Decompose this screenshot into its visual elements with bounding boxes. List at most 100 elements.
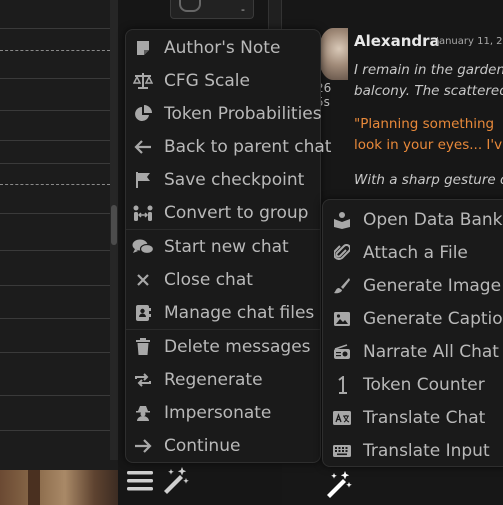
repeat-icon xyxy=(132,369,154,391)
menu-item-label: Attach a File xyxy=(363,242,468,263)
menu-item-translate-input[interactable]: Translate Input xyxy=(331,434,503,467)
menu-item-token-probabilities[interactable]: Token Probabilities xyxy=(132,97,322,130)
people-arrows-icon xyxy=(132,202,154,224)
menu-item-label: Close chat xyxy=(164,269,253,290)
menu-item-open-data-bank[interactable]: Open Data Bank xyxy=(331,203,503,236)
menu-item-label: Narrate All Chat xyxy=(363,341,499,362)
menu-item-back-to-parent-chat[interactable]: Back to parent chat xyxy=(132,130,331,163)
menu-item-label: Continue xyxy=(164,435,241,456)
options-menu-button[interactable] xyxy=(125,468,155,498)
menu-item-label: Back to parent chat xyxy=(164,136,332,157)
menu-item-label: Open Data Bank xyxy=(363,209,503,230)
flag-icon xyxy=(132,169,154,191)
menu-item-generate-image[interactable]: Generate Image xyxy=(331,269,503,302)
menu-item-label: Translate Input xyxy=(363,440,490,461)
menu-item-delete-messages[interactable]: Delete messages xyxy=(132,330,320,363)
divider xyxy=(0,250,110,251)
menu-item-label: Author's Note xyxy=(164,37,281,58)
divider xyxy=(0,50,110,51)
menu-item-label: Impersonate xyxy=(164,402,272,423)
menu-item-attach-a-file[interactable]: Attach a File xyxy=(331,236,503,269)
user-secret-icon xyxy=(132,402,154,424)
divider xyxy=(0,395,110,396)
menu-item-label: Token Probabilities xyxy=(164,103,322,124)
menu-item-close-chat[interactable]: Close chat xyxy=(132,263,320,296)
arrow-left-icon xyxy=(132,136,154,158)
divider xyxy=(0,184,110,185)
extensions-menu-button[interactable] xyxy=(322,470,354,502)
menu-item-label: Convert to group xyxy=(164,202,309,223)
keyboard-icon xyxy=(331,440,353,462)
top-control[interactable]: - xyxy=(170,0,254,19)
menu-item-label: Start new chat xyxy=(164,236,289,257)
one-icon xyxy=(331,374,353,396)
menu-item-label: Token Counter xyxy=(363,374,485,395)
photo-detail xyxy=(28,470,40,505)
comments-icon xyxy=(132,236,154,258)
paintbrush-icon xyxy=(331,275,353,297)
menu-item-translate-chat[interactable]: Translate Chat xyxy=(331,401,503,434)
divider xyxy=(0,163,110,164)
language-icon xyxy=(331,407,353,429)
top-control-value: - xyxy=(241,3,245,16)
paperclip-icon xyxy=(331,242,353,264)
menu-item-token-counter[interactable]: Token Counter xyxy=(331,368,503,401)
left-panel xyxy=(0,0,118,470)
divider xyxy=(0,213,110,214)
character-avatar[interactable] xyxy=(318,28,348,80)
menu-item-label: Generate Image xyxy=(363,275,502,296)
menu-item-label: Delete messages xyxy=(164,336,311,357)
menu-item-continue[interactable]: Continue xyxy=(132,429,320,462)
divider xyxy=(0,430,110,431)
menu-item-start-new-chat[interactable]: Start new chat xyxy=(132,230,320,263)
note-sticky-icon xyxy=(132,37,154,59)
message-line: look in your eyes... I'v xyxy=(354,137,503,153)
menu-item-label: Save checkpoint xyxy=(164,169,305,190)
divider xyxy=(0,140,110,141)
menu-item-label: Manage chat files xyxy=(164,302,315,323)
address-book-icon xyxy=(132,302,154,324)
panel-divider xyxy=(268,0,282,30)
scale-balanced-icon xyxy=(132,70,154,92)
arrow-right-icon xyxy=(132,435,154,457)
extensions-menu-button-left[interactable] xyxy=(159,466,191,498)
message-date: January 11, 20 xyxy=(436,36,503,47)
message-line: "Planning something xyxy=(354,116,495,132)
menu-item-label: Translate Chat xyxy=(363,407,486,428)
xmark-icon xyxy=(132,269,154,291)
menu-item-impersonate[interactable]: Impersonate xyxy=(132,396,320,429)
hamburger-menu-icon xyxy=(126,469,154,497)
menu-item-manage-chat-files[interactable]: Manage chat files xyxy=(132,296,320,329)
magic-wand-icon xyxy=(160,465,190,499)
background-photo xyxy=(0,470,118,505)
character-name: Alexandra xyxy=(354,32,440,50)
menu-item-authors-note[interactable]: Author's Note xyxy=(132,31,320,64)
menu-item-convert-to-group[interactable]: Convert to group xyxy=(132,196,320,229)
menu-item-generate-caption[interactable]: Generate Caption xyxy=(331,302,503,335)
message-line: With a sharp gesture o xyxy=(354,172,503,188)
extensions-menu: Open Data Bank Attach a File Generate Im… xyxy=(322,199,503,467)
pie-chart-icon xyxy=(132,103,154,125)
radio-icon xyxy=(331,341,353,363)
divider xyxy=(0,28,110,29)
divider xyxy=(0,285,110,286)
menu-item-cfg-scale[interactable]: CFG Scale xyxy=(132,64,320,97)
menu-item-narrate-all-chat[interactable]: Narrate All Chat xyxy=(331,335,503,368)
message-line: balcony. The scattered xyxy=(354,83,503,99)
divider xyxy=(0,110,110,111)
menu-item-label: Regenerate xyxy=(164,369,263,390)
scrollbar-thumb[interactable] xyxy=(111,205,117,245)
toggle-icon[interactable] xyxy=(179,0,201,12)
message-line: I remain in the garden xyxy=(354,62,503,78)
menu-item-regenerate[interactable]: Regenerate xyxy=(132,363,320,396)
menu-item-save-checkpoint[interactable]: Save checkpoint xyxy=(132,163,320,196)
options-menu: Author's Note CFG Scale Token Probabilit… xyxy=(125,29,331,463)
divider xyxy=(0,352,110,353)
left-panel-scrollbar[interactable] xyxy=(110,0,118,460)
menu-item-label: CFG Scale xyxy=(164,70,250,91)
image-icon xyxy=(331,308,353,330)
divider xyxy=(0,78,110,79)
menu-item-label: Generate Caption xyxy=(363,308,503,329)
book-open-reader-icon xyxy=(331,209,353,231)
trash-icon xyxy=(132,336,154,358)
